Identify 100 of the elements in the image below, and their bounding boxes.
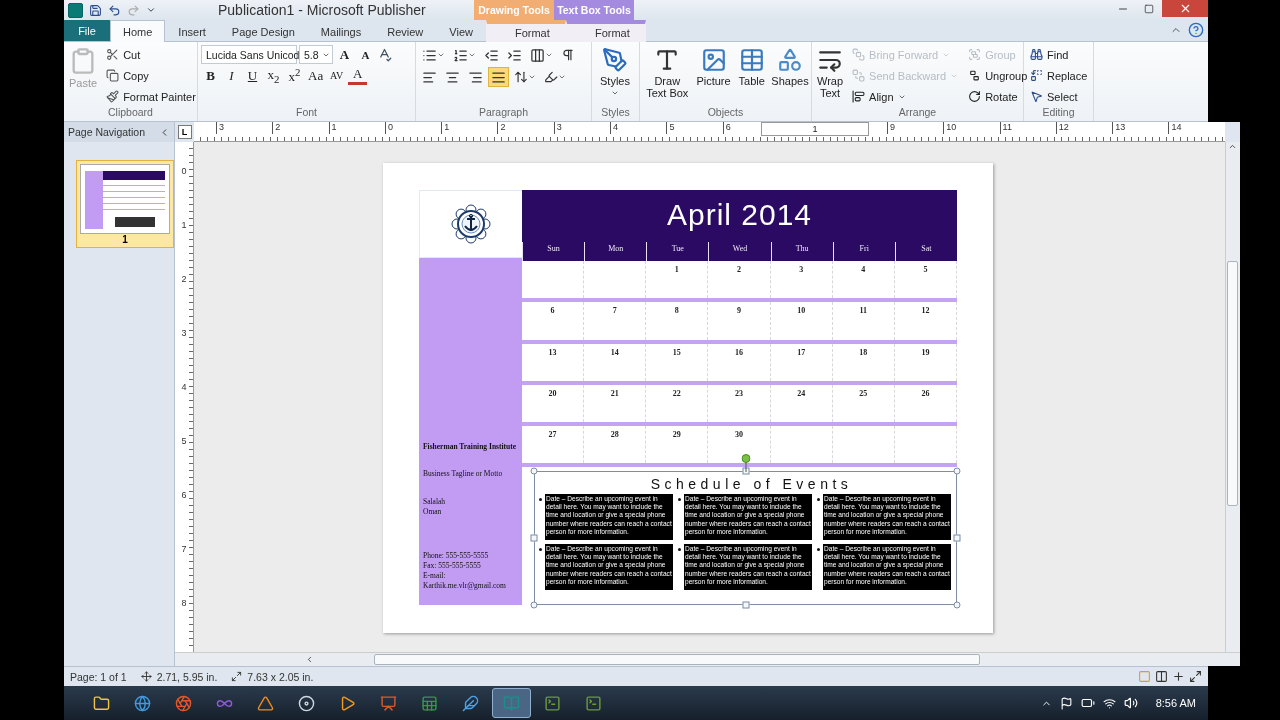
align-icon — [852, 90, 866, 103]
format-button[interactable]: x$_{2}$ — [264, 66, 283, 85]
presentation-icon — [380, 694, 397, 712]
ribbon-tab[interactable]: Mailings — [307, 20, 375, 42]
clock: 8:56 AM — [1155, 697, 1196, 709]
ribbon-tab[interactable]: Home — [110, 20, 166, 42]
justify-button[interactable] — [488, 67, 509, 87]
rotation-handle[interactable] — [741, 454, 750, 472]
day-number: 29 — [672, 429, 681, 439]
terminal-icon — [585, 694, 602, 712]
day-number: 10 — [797, 306, 806, 316]
indent-marker[interactable]: 1 — [760, 122, 869, 136]
format-button[interactable]: B — [201, 66, 220, 85]
file-tab[interactable]: File — [64, 19, 110, 41]
align-right-icon — [468, 69, 483, 85]
ruler-number: 1 — [181, 220, 187, 232]
month-title: April 2014 — [665, 197, 814, 233]
aperture-icon — [175, 694, 192, 712]
text-box[interactable] — [534, 471, 957, 605]
selection-handle[interactable] — [953, 534, 961, 542]
format-button[interactable]: U — [243, 66, 262, 85]
insert-object-button[interactable]: Table — [735, 45, 768, 106]
fit-page-icon[interactable] — [1189, 670, 1202, 683]
caret-icon — [528, 73, 536, 81]
insert-object-button[interactable]: Shapes — [772, 45, 808, 106]
pane-title: Page Navigation — [68, 126, 146, 138]
clipboard-button[interactable]: Cut — [103, 45, 199, 64]
two-page-view-icon[interactable] — [1155, 670, 1168, 683]
ruler-number: 10 — [943, 122, 1000, 134]
group-label: Objects — [706, 106, 745, 120]
wrap-text-button[interactable]: Wrap Text — [815, 45, 846, 106]
ribbon-tab[interactable]: Format — [485, 20, 566, 42]
shapes-icon — [777, 47, 803, 73]
shrink-font-button[interactable]: A — [356, 45, 375, 64]
format-button[interactable]: A — [348, 66, 368, 85]
ruler-number: 9 — [886, 122, 944, 134]
day-number: 11 — [859, 306, 868, 316]
decrease-indent-icon — [484, 47, 499, 63]
font-size-field[interactable]: 5.8 — [299, 45, 333, 64]
format-button[interactable]: x$^{2}$ — [285, 66, 304, 85]
ruler-number: 3 — [216, 122, 273, 134]
position-icon — [140, 671, 152, 682]
clipboard-button[interactable]: Copy — [103, 66, 199, 85]
selection-handle[interactable] — [953, 467, 961, 475]
day-number: 17 — [797, 347, 806, 357]
replace-icon — [1030, 69, 1043, 82]
scroll-up-icon[interactable] — [1228, 142, 1238, 151]
bring-forward-icon — [852, 48, 866, 61]
arrange-button[interactable]: Align — [849, 87, 962, 106]
ribbon-tab[interactable]: Insert — [165, 20, 219, 42]
insert-object-button[interactable]: Draw Text Box — [643, 45, 692, 106]
day-number: 2 — [737, 265, 741, 275]
format-button[interactable]: I — [222, 66, 241, 85]
font-name-field[interactable]: Lucida Sans Unicod — [201, 45, 297, 64]
selection-handle[interactable] — [953, 601, 961, 609]
ruler-number: 14 — [1168, 122, 1225, 134]
scroll-left-icon[interactable] — [305, 655, 314, 664]
clipboard-button[interactable]: Format Painter — [103, 87, 199, 106]
selection-handle[interactable] — [530, 601, 538, 609]
weekday-label: Mon — [584, 242, 647, 262]
customize-icon[interactable] — [146, 5, 156, 15]
day-number: 16 — [735, 347, 743, 357]
day-number: 9 — [737, 306, 741, 316]
group-label: Arrange — [897, 106, 938, 120]
insert-object-button[interactable]: Picture — [695, 45, 732, 106]
selection-handle[interactable] — [530, 467, 538, 475]
help-icon[interactable] — [1188, 22, 1204, 38]
ribbon-tab[interactable]: View — [436, 20, 486, 42]
ruler-number: 13 — [1112, 122, 1169, 134]
close-button[interactable] — [1162, 0, 1208, 17]
ribbon-tab[interactable]: Review — [374, 20, 437, 42]
page-thumbnail[interactable]: 1 — [76, 160, 174, 248]
bullet-icon — [678, 498, 681, 501]
caret-icon — [558, 73, 566, 81]
styles-button[interactable]: Styles — [595, 45, 635, 106]
increase-indent-icon — [507, 47, 522, 63]
group-label: Styles — [600, 106, 631, 120]
selection-handle[interactable] — [742, 467, 749, 475]
volume-icon[interactable] — [1123, 696, 1138, 710]
battery-icon[interactable] — [1080, 696, 1095, 710]
selection-handle[interactable] — [530, 534, 538, 542]
format-button[interactable]: Aa — [306, 66, 326, 85]
ruler-number: 0 — [384, 122, 442, 134]
save-icon[interactable] — [89, 3, 102, 17]
selection-handle[interactable] — [742, 601, 749, 609]
day-number: 26 — [921, 388, 930, 398]
undo-icon[interactable] — [108, 3, 121, 17]
ribbon-tab[interactable]: Page Design — [218, 20, 308, 42]
ruler-number: 8 — [181, 598, 187, 610]
zoom-in-icon[interactable] — [1172, 670, 1185, 683]
weekday-label: Fri — [832, 242, 895, 262]
paintbrush-icon — [106, 90, 120, 103]
flag-icon[interactable] — [1059, 696, 1073, 710]
ruler-tab-selector[interactable]: L — [177, 125, 192, 139]
grow-font-button[interactable]: A — [335, 45, 354, 64]
format-button[interactable]: AV — [327, 66, 347, 85]
highlighter-icon — [544, 70, 558, 84]
horizontal-scrollbar[interactable] — [175, 652, 1240, 666]
network-icon[interactable] — [1102, 696, 1116, 710]
ribbon-tab[interactable]: Format — [565, 20, 646, 42]
